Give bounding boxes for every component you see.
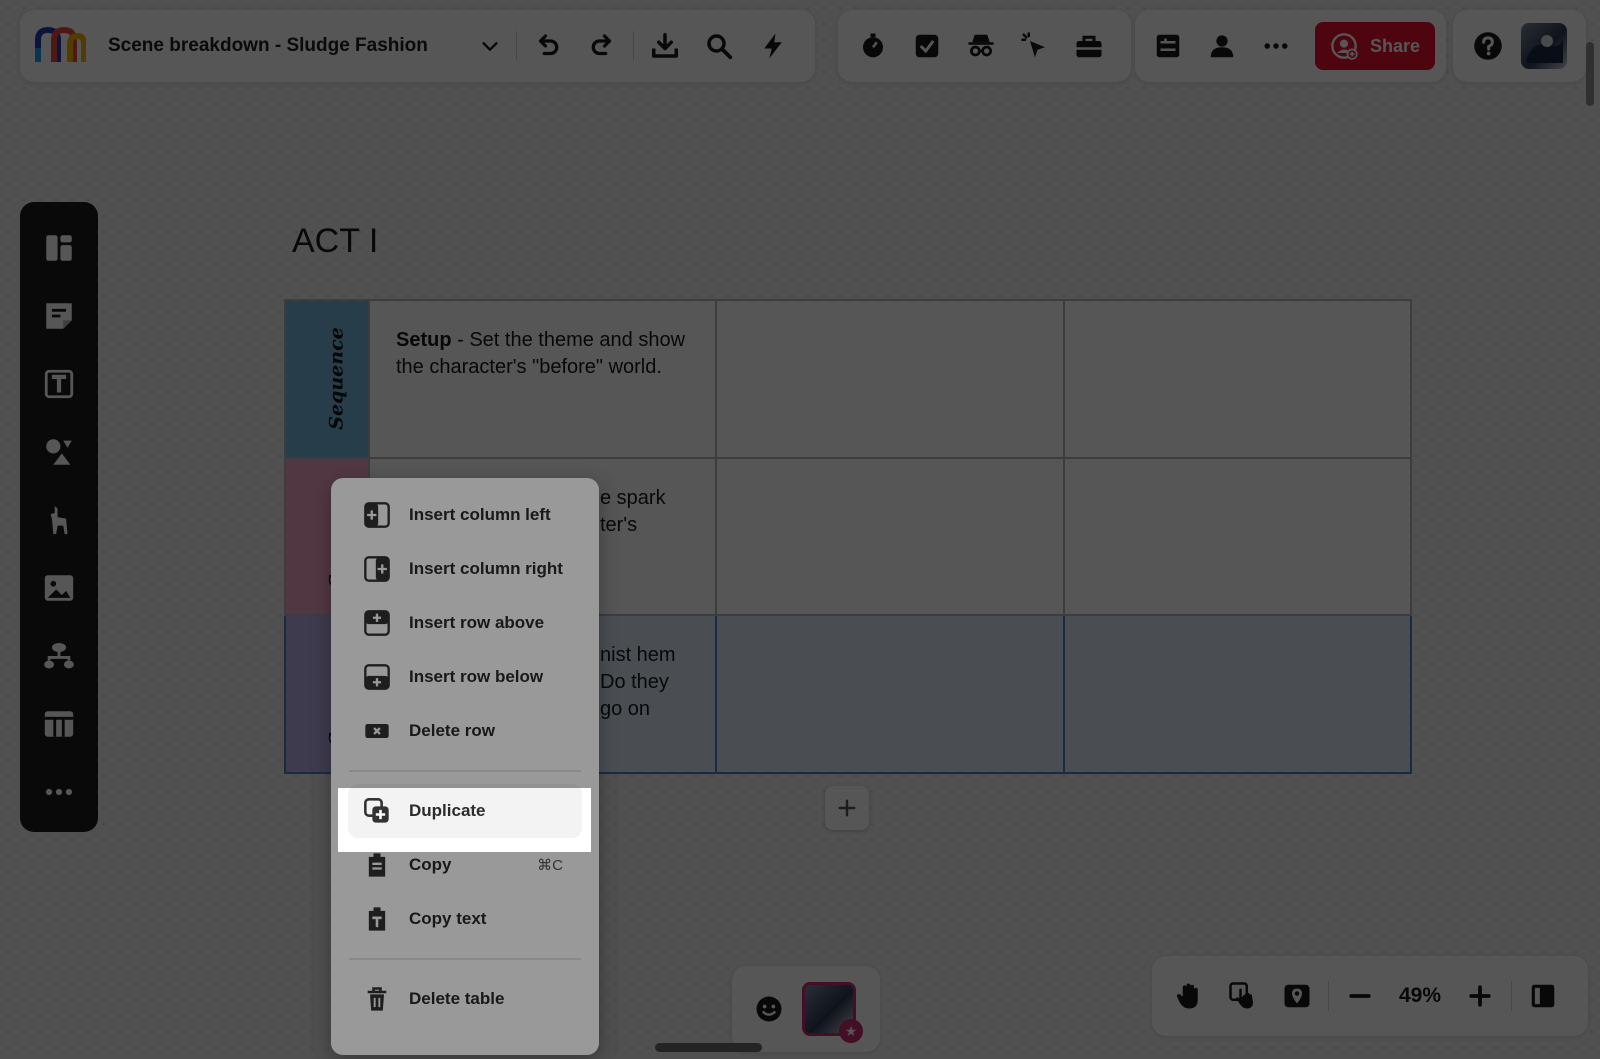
menu-item-insert-column-left[interactable]: Insert column left: [331, 488, 599, 542]
menu-item-duplicate[interactable]: Duplicate: [348, 784, 582, 838]
duplicate-icon: [364, 798, 389, 823]
menu-item-insert-row-below[interactable]: Insert row below: [331, 650, 599, 704]
table-context-menu: Insert column left Insert column right I…: [331, 478, 599, 1055]
copy-icon: [368, 853, 386, 877]
modal-overlay: [0, 0, 1600, 1059]
trash-icon: [367, 987, 387, 1011]
insert-row-above-icon: [364, 610, 390, 636]
insert-column-right-icon: [364, 556, 390, 582]
menu-item-copy[interactable]: Copy ⌘C: [331, 838, 599, 892]
insert-row-below-icon: [364, 664, 390, 690]
menu-item-label: Duplicate: [409, 801, 486, 820]
menu-item-insert-column-right[interactable]: Insert column right: [331, 542, 599, 596]
menu-item-label: Copy text: [409, 909, 487, 928]
menu-item-label: Insert row below: [409, 667, 544, 686]
menu-item-label: Delete table: [409, 989, 505, 1008]
menu-item-delete-row[interactable]: Delete row: [331, 704, 599, 758]
menu-item-label: Insert column left: [409, 505, 551, 524]
menu-divider: [349, 958, 581, 960]
delete-row-icon: [365, 724, 389, 738]
menu-item-insert-row-above[interactable]: Insert row above: [331, 596, 599, 650]
menu-item-label: Insert column right: [409, 559, 563, 578]
menu-item-label: Delete row: [409, 721, 495, 740]
menu-item-label: Insert row above: [409, 613, 545, 632]
menu-divider: [349, 770, 581, 772]
copy-text-icon: [368, 907, 386, 931]
menu-item-label: Copy: [409, 855, 452, 874]
insert-column-left-icon: [364, 502, 390, 528]
menu-item-delete-table[interactable]: Delete table: [331, 972, 599, 1026]
shortcut-hint: ⌘C: [537, 857, 563, 874]
menu-item-copy-text[interactable]: Copy text: [331, 892, 599, 946]
